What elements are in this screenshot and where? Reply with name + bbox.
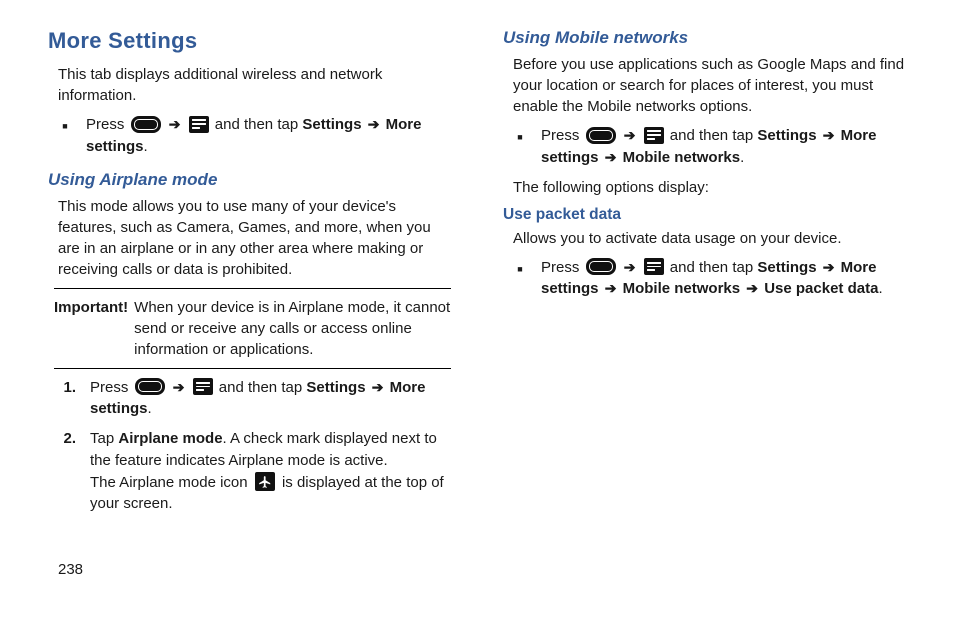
press-label: Press [86, 116, 124, 133]
bullet-marker: ■ [513, 125, 527, 169]
tap-label: Tap [90, 430, 114, 447]
heading-use-packet-data: Use packet data [503, 206, 906, 224]
home-button-icon [135, 378, 165, 395]
use-packet-data-label: Use packet data [764, 280, 878, 297]
arrow-icon: ➔ [823, 257, 835, 277]
home-button-icon [586, 127, 616, 144]
bullet-item: ■ Press ➔ and then tap Settings ➔ More s… [58, 114, 451, 158]
bullet-item: ■ Press ➔ and then tap Settings ➔ More s… [513, 257, 906, 301]
bullet-marker: ■ [513, 257, 527, 301]
home-button-icon [131, 116, 161, 133]
airplane-icon [255, 472, 275, 491]
heading-more-settings: More Settings [48, 28, 451, 54]
home-button-icon [586, 258, 616, 275]
andthentap-label: and then tap [219, 379, 302, 396]
step-number: 1. [58, 377, 76, 421]
arrow-icon: ➔ [169, 114, 181, 134]
settings-label: Settings [302, 116, 361, 133]
bullet-list-3: ■ Press ➔ and then tap Settings ➔ More s… [513, 257, 906, 301]
heading-airplane-mode: Using Airplane mode [48, 170, 451, 190]
important-label: Important! [54, 297, 128, 360]
heading-mobile-networks: Using Mobile networks [503, 28, 906, 48]
arrow-icon: ➔ [173, 377, 185, 397]
bullet-list-1: ■ Press ➔ and then tap Settings ➔ More s… [58, 114, 451, 158]
airplane-body: This mode allows you to use many of your… [58, 196, 451, 280]
arrow-icon: ➔ [605, 147, 617, 167]
important-block: Important! When your device is in Airpla… [54, 297, 451, 360]
ordered-steps: 1. Press ➔ and then tap Settings ➔ More … [58, 377, 451, 516]
bullet-list-2: ■ Press ➔ and then tap Settings ➔ More s… [513, 125, 906, 169]
andthentap-label: and then tap [670, 127, 753, 144]
bullet-item: ■ Press ➔ and then tap Settings ➔ More s… [513, 125, 906, 169]
step-body: Tap Airplane mode. A check mark displaye… [90, 428, 451, 515]
press-label: Press [541, 127, 579, 144]
menu-icon [644, 258, 664, 275]
andthentap-label: and then tap [670, 259, 753, 276]
intro-text: This tab displays additional wireless an… [58, 64, 451, 106]
settings-label: Settings [757, 259, 816, 276]
mobile-body: Before you use applications such as Goog… [513, 54, 906, 117]
page-columns: More Settings This tab displays addition… [48, 28, 906, 578]
bullet-body: Press ➔ and then tap Settings ➔ More set… [541, 125, 906, 169]
right-column: Using Mobile networks Before you use app… [503, 28, 906, 578]
arrow-icon: ➔ [624, 257, 636, 277]
settings-label: Settings [757, 127, 816, 144]
andthentap-label: and then tap [215, 116, 298, 133]
menu-icon [189, 116, 209, 133]
menu-icon [644, 127, 664, 144]
press-label: Press [90, 379, 128, 396]
page-number: 238 [58, 561, 451, 578]
packet-body: Allows you to activate data usage on you… [513, 228, 906, 249]
airplane-mode-label: Airplane mode [118, 430, 222, 447]
important-text: When your device is in Airplane mode, it… [134, 297, 451, 360]
press-label: Press [541, 259, 579, 276]
arrow-icon: ➔ [368, 114, 380, 134]
step-body: Press ➔ and then tap Settings ➔ More set… [90, 377, 451, 421]
arrow-icon: ➔ [823, 125, 835, 145]
step-2: 2. Tap Airplane mode. A check mark displ… [58, 428, 451, 515]
step-1: 1. Press ➔ and then tap Settings ➔ More … [58, 377, 451, 421]
following-options: The following options display: [513, 177, 906, 198]
arrow-icon: ➔ [605, 278, 617, 298]
bullet-marker: ■ [58, 114, 72, 158]
settings-label: Settings [306, 379, 365, 396]
arrow-icon: ➔ [372, 377, 384, 397]
menu-icon [193, 378, 213, 395]
arrow-icon: ➔ [624, 125, 636, 145]
arrow-icon: ➔ [746, 278, 758, 298]
divider [54, 288, 451, 289]
step2-rest2a: The Airplane mode icon [90, 474, 248, 491]
mobile-networks-label: Mobile networks [623, 149, 741, 166]
left-column: More Settings This tab displays addition… [48, 28, 451, 578]
step-number: 2. [58, 428, 76, 515]
mobile-networks-label: Mobile networks [623, 280, 741, 297]
bullet-body: Press ➔ and then tap Settings ➔ More set… [86, 114, 451, 158]
divider [54, 368, 451, 369]
bullet-body: Press ➔ and then tap Settings ➔ More set… [541, 257, 906, 301]
